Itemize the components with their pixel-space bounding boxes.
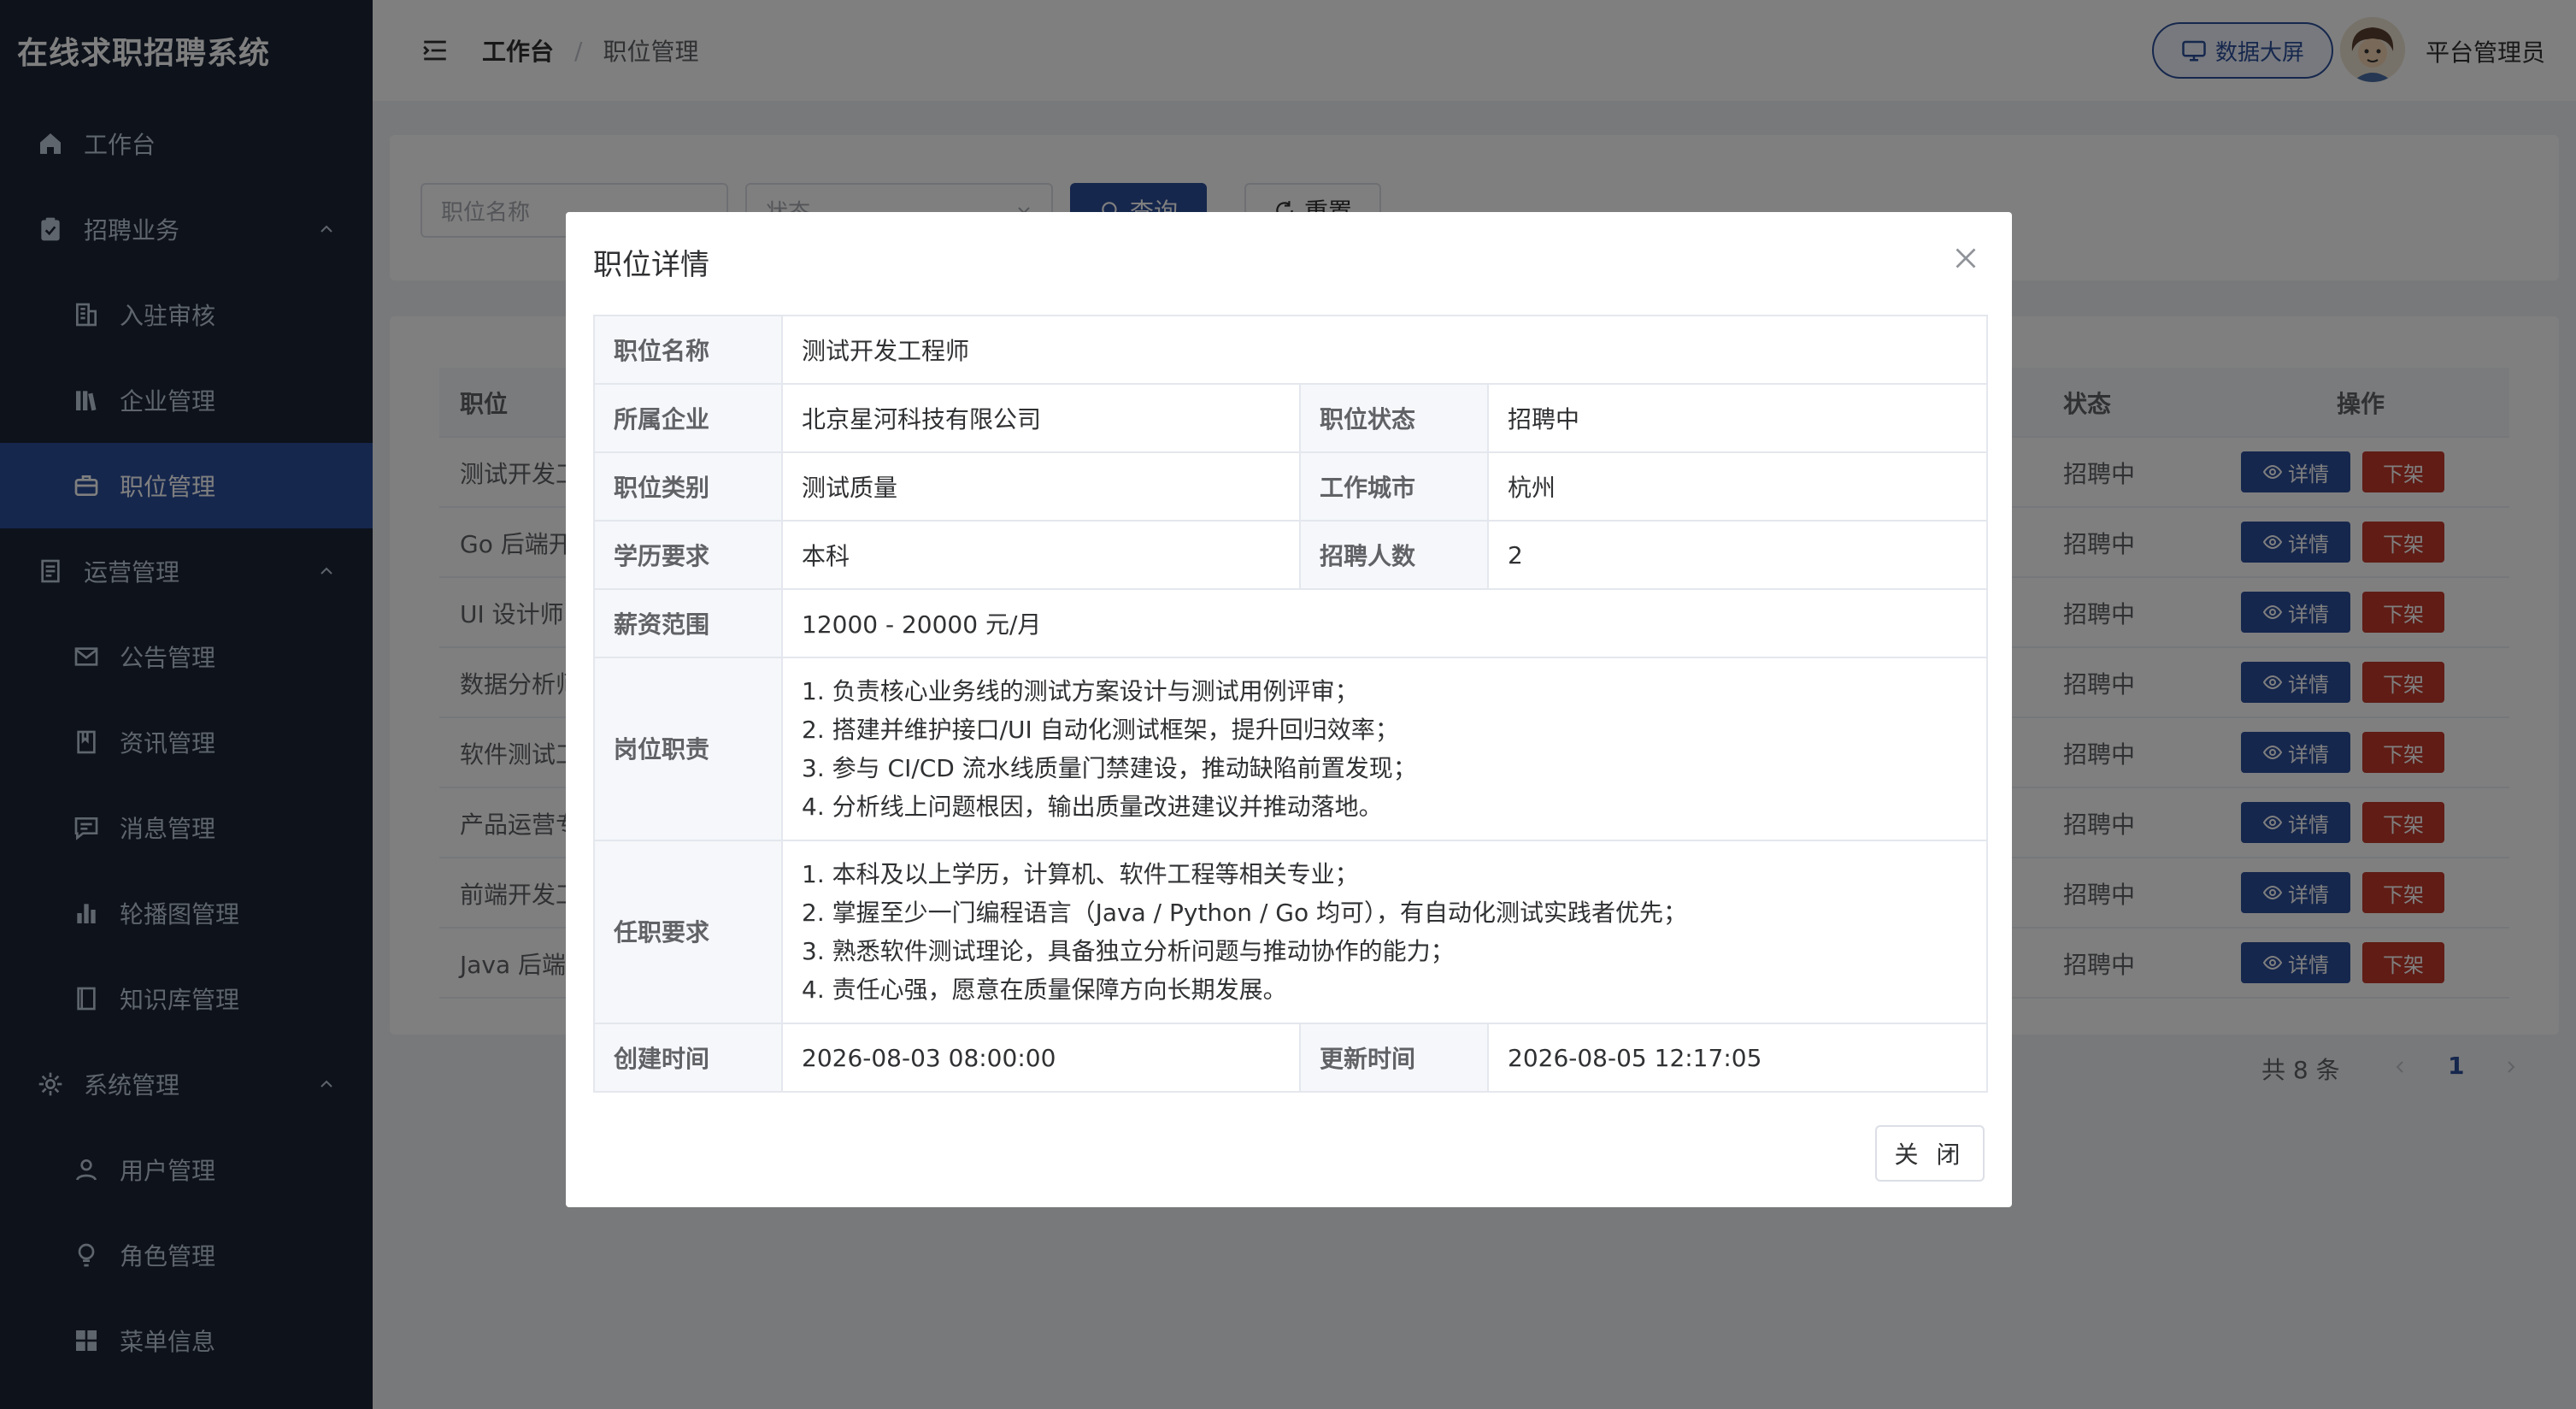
label-education: 学历要求 — [593, 520, 783, 590]
requirement-line: 1. 本科及以上学历，计算机、软件工程等相关专业； — [802, 860, 1359, 888]
value-created: 2026-08-03 08:00:00 — [781, 1023, 1301, 1093]
close-icon[interactable] — [1950, 243, 1981, 274]
duty-line: 1. 负责核心业务线的测试方案设计与测试用例评审； — [802, 677, 1359, 705]
value-name: 测试开发工程师 — [781, 315, 1988, 385]
label-headcount: 招聘人数 — [1299, 520, 1489, 590]
label-created: 创建时间 — [593, 1023, 783, 1093]
value-headcount: 2 — [1487, 520, 1988, 590]
value-category: 测试质量 — [781, 451, 1301, 522]
label-updated: 更新时间 — [1299, 1023, 1489, 1093]
label-status: 职位状态 — [1299, 383, 1489, 453]
requirement-line: 4. 责任心强，愿意在质量保障方向长期发展。 — [802, 976, 1287, 1004]
label-city: 工作城市 — [1299, 451, 1489, 522]
value-salary: 12000 - 20000 元/月 — [781, 588, 1988, 658]
duty-line: 2. 搭建并维护接口/UI 自动化测试框架，提升回归效率； — [802, 716, 1399, 744]
value-updated: 2026-08-05 12:17:05 — [1487, 1023, 1988, 1093]
label-salary: 薪资范围 — [593, 588, 783, 658]
value-duties: 1. 负责核心业务线的测试方案设计与测试用例评审； 2. 搭建并维护接口/UI … — [781, 657, 1988, 841]
requirement-line: 2. 掌握至少一门编程语言（Java / Python / Go 均可），有自动… — [802, 899, 1688, 927]
label-category: 职位类别 — [593, 451, 783, 522]
detail-table: 职位名称 测试开发工程师 所属企业 北京星河科技有限公司 职位状态 招聘中 职位… — [593, 315, 1988, 1093]
label-name: 职位名称 — [593, 315, 783, 385]
label-requirements: 任职要求 — [593, 840, 783, 1024]
dialog-title: 职位详情 — [593, 248, 709, 282]
value-status: 招聘中 — [1487, 383, 1988, 453]
label-company: 所属企业 — [593, 383, 783, 453]
close-button[interactable]: 关 闭 — [1875, 1125, 1985, 1182]
label-duties: 岗位职责 — [593, 657, 783, 841]
position-detail-dialog: 职位详情 职位名称 测试开发工程师 所属企业 北京星河科技有限公司 职位状态 招… — [566, 212, 2012, 1207]
value-education: 本科 — [781, 520, 1301, 590]
duty-line: 3. 参与 CI/CD 流水线质量门禁建设，推动缺陷前置发现； — [802, 754, 1417, 782]
duty-line: 4. 分析线上问题根因，输出质量改进建议并推动落地。 — [802, 793, 1383, 821]
value-company: 北京星河科技有限公司 — [781, 383, 1301, 453]
value-requirements: 1. 本科及以上学历，计算机、软件工程等相关专业； 2. 掌握至少一门编程语言（… — [781, 840, 1988, 1024]
value-city: 杭州 — [1487, 451, 1988, 522]
requirement-line: 3. 熟悉软件测试理论，具备独立分析问题与推动协作的能力； — [802, 937, 1455, 965]
